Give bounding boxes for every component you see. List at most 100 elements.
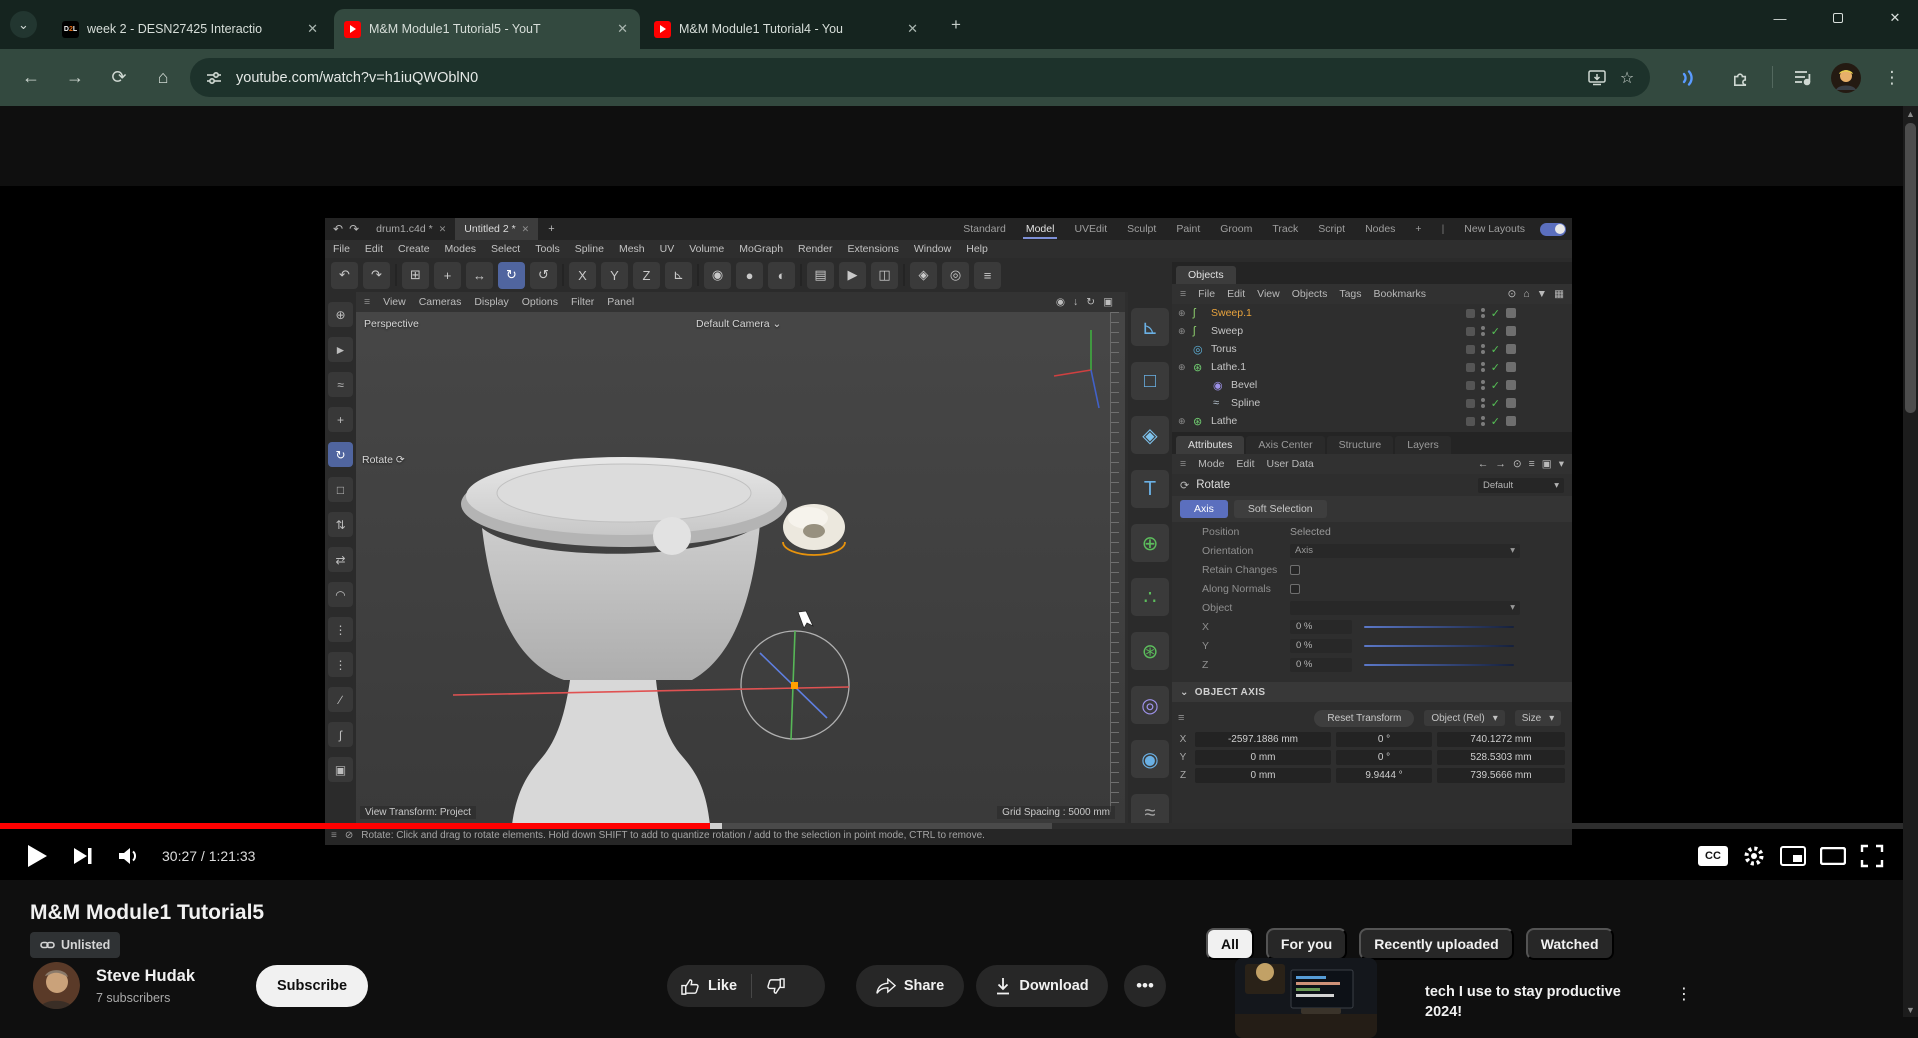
viewport-menu-item: View	[383, 296, 406, 308]
like-button[interactable]: Like	[667, 977, 751, 996]
site-settings-icon[interactable]	[206, 70, 222, 86]
c4d-toolbar-icon: ◫	[871, 262, 898, 289]
fullscreen-button[interactable]	[1860, 844, 1884, 868]
object-axis-section-header: ⌄OBJECT AXIS	[1172, 682, 1572, 702]
c4d-file-tabs: drum1.c4d *✕Untitled 2 *✕	[367, 218, 538, 240]
tag-icon	[1506, 326, 1516, 336]
video-player[interactable]: ↶↷ drum1.c4d *✕Untitled 2 *✕ + StandardM…	[0, 186, 1918, 880]
download-button[interactable]: Download	[976, 965, 1108, 1007]
layer-toggle	[1466, 399, 1475, 408]
c4d-toolbar-icon: ↶	[331, 262, 358, 289]
subscribe-button[interactable]: Subscribe	[256, 965, 368, 1007]
c4d-menu-item: Select	[491, 243, 520, 255]
url-text[interactable]: youtube.com/watch?v=h1iuQWOblN0	[236, 70, 1582, 86]
window-close-button[interactable]: ✕	[1872, 0, 1918, 36]
objects-menu-icon: ⊙	[1508, 288, 1517, 300]
share-button[interactable]: Share	[856, 965, 964, 1007]
attr-row-retain-changes: Retain Changes	[1172, 560, 1572, 579]
c4d-tool-icon: ►	[328, 337, 353, 362]
view-transform-label: View Transform: Project	[360, 806, 476, 819]
channel-name[interactable]: Steve Hudak	[96, 967, 195, 986]
recommended-thumbnail[interactable]	[1235, 958, 1377, 1038]
viewport-burger-icon: ≡	[364, 296, 370, 308]
browser-tab-tutorial4[interactable]: M&M Module1 Tutorial4 - You ✕	[644, 9, 930, 49]
scrollbar-thumb[interactable]	[1905, 123, 1916, 413]
attributes-menu-icon: ▾	[1559, 458, 1564, 470]
forward-button[interactable]: →	[58, 60, 92, 94]
along-normals-checkbox	[1290, 584, 1300, 594]
browser-menu-icon[interactable]: ⋮	[1876, 62, 1908, 94]
window-minimize-button[interactable]: —	[1757, 0, 1803, 36]
c4d-tool-icon: □	[328, 477, 353, 502]
address-bar[interactable]: youtube.com/watch?v=h1iuQWOblN0 ☆	[190, 58, 1650, 97]
c4d-menu-item: Volume	[689, 243, 724, 255]
tag-icon	[1506, 362, 1516, 372]
more-actions-button[interactable]: •••	[1124, 965, 1166, 1007]
recommended-title[interactable]: tech I use to stay productive 2024!	[1425, 982, 1665, 1022]
volume-button[interactable]	[106, 833, 152, 879]
scrollbar-down-arrow[interactable]: ▼	[1903, 1002, 1918, 1017]
theater-mode-button[interactable]	[1820, 847, 1846, 865]
panel-burger-icon: ≡	[1178, 712, 1184, 724]
back-button[interactable]: ←	[14, 60, 48, 94]
home-button[interactable]: ⌂	[146, 60, 180, 94]
filter-chip[interactable]: For you	[1266, 928, 1347, 960]
reload-button[interactable]: ⟳	[102, 60, 136, 94]
progress-buffered	[722, 823, 1052, 829]
rotate-tool-icon: ⟳	[1180, 479, 1189, 492]
c4d-tool-icon: ⋮	[328, 652, 353, 677]
c4d-tool-icon: +	[328, 407, 353, 432]
next-button[interactable]	[60, 833, 106, 879]
tab-title: M&M Module1 Tutorial5 - YouT	[369, 22, 607, 36]
settings-button[interactable]	[1742, 844, 1766, 868]
c4d-menu-item: Modes	[445, 243, 477, 255]
tab-close-icon[interactable]: ✕	[305, 21, 320, 37]
page-scrollbar[interactable]: ▲ ▼	[1903, 106, 1918, 1017]
tab-close-icon[interactable]: ✕	[905, 21, 920, 37]
coords-mode-dropdown: Object (Rel)▾	[1424, 710, 1504, 726]
visibility-dots	[1481, 326, 1485, 336]
layer-toggle	[1466, 417, 1475, 426]
play-button[interactable]	[14, 833, 60, 879]
layer-toggle	[1466, 345, 1475, 354]
objects-menu-icon: ⌂	[1523, 288, 1529, 300]
layer-toggle	[1466, 327, 1475, 336]
filter-chip[interactable]: All	[1206, 928, 1254, 960]
new-tab-button[interactable]: +	[944, 13, 968, 37]
subtitles-button[interactable]: CC	[1698, 846, 1728, 866]
video-progress-bar[interactable]	[0, 823, 1918, 829]
c4d-new-document-icon: +	[538, 223, 564, 235]
window-maximize-button[interactable]	[1815, 0, 1861, 36]
enabled-checkmark: ✓	[1491, 379, 1500, 392]
channel-avatar[interactable]	[33, 962, 80, 1009]
media-controls-icon[interactable]	[1788, 62, 1820, 94]
object-tree: ⊕ ʃ Sweep.1 ✓ ⊕ ʃ Sweep	[1172, 304, 1572, 430]
scrollbar-up-arrow[interactable]: ▲	[1903, 106, 1918, 121]
filter-chip[interactable]: Watched	[1526, 928, 1614, 960]
browser-tab-active[interactable]: M&M Module1 Tutorial5 - YouT ✕	[334, 9, 640, 49]
viewport-ruler	[1110, 312, 1119, 812]
progress-scrubber[interactable]	[710, 823, 722, 829]
c4d-tool-icon: ▣	[328, 757, 353, 782]
extensions-icon[interactable]	[1724, 62, 1756, 94]
c4d-menu-item: Tools	[535, 243, 560, 255]
visibility-dots	[1481, 308, 1485, 318]
install-icon[interactable]	[1582, 70, 1612, 86]
objects-menu-item: Edit	[1227, 288, 1245, 300]
c4d-new-layouts-label: New Layouts	[1455, 220, 1534, 238]
c4d-toolbar-icon: ↺	[530, 262, 557, 289]
browser-tab-d2l[interactable]: D2L week 2 - DESN27425 Interactio ✕	[52, 9, 330, 49]
attr-row-orientation: Orientation Axis▾	[1172, 541, 1572, 560]
bookmark-star-icon[interactable]: ☆	[1612, 68, 1642, 88]
recommended-menu-icon[interactable]: ⋮	[1676, 984, 1692, 1004]
filter-chip[interactable]: Recently uploaded	[1359, 928, 1513, 960]
attributes-object-title: Rotate	[1196, 479, 1230, 491]
tab-close-icon[interactable]: ✕	[615, 21, 630, 37]
attributes-mode-buttons: AxisSoft Selection	[1172, 496, 1572, 522]
miniplayer-button[interactable]	[1780, 846, 1806, 866]
tab-search-button[interactable]: ⌄	[10, 11, 37, 38]
c4d-toolbar-icon: ▶	[839, 262, 866, 289]
dislike-button[interactable]	[752, 977, 799, 996]
browser-profile-avatar[interactable]	[1830, 62, 1862, 94]
reading-mode-icon[interactable]	[1672, 62, 1704, 94]
